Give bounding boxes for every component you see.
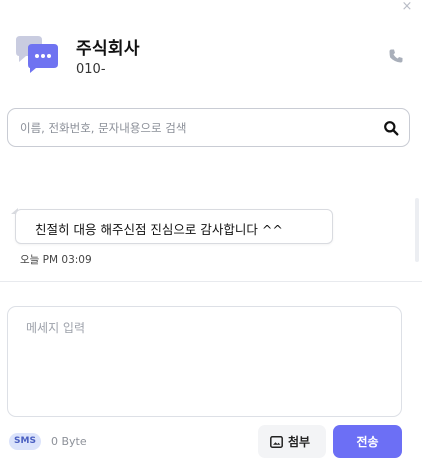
search-box [7, 108, 410, 147]
message-input[interactable] [26, 319, 386, 407]
phone-icon[interactable] [388, 48, 404, 64]
message-list[interactable]: 친절히 대응 해주신점 진심으로 감사합니다 ^^ 오늘 PM 03:09 [0, 190, 422, 280]
search-icon[interactable] [383, 120, 399, 136]
conversation-header: 주식회사 010- [14, 28, 408, 84]
close-button[interactable]: × [400, 0, 414, 14]
send-button[interactable]: 전송 [333, 425, 402, 458]
message-type-badge: SMS [9, 433, 41, 450]
message-scrollbar[interactable] [415, 198, 419, 262]
divider [0, 281, 422, 282]
message-text: 친절히 대응 해주신점 진심으로 감사합니다 ^^ [35, 222, 283, 237]
compose-footer: SMS 0 Byte 첨부 전송 [0, 425, 422, 459]
chat-bubbles-icon [16, 36, 58, 73]
message-bubble: 친절히 대응 해주신점 진심으로 감사합니다 ^^ [15, 209, 333, 244]
compose-box [7, 306, 402, 417]
attach-label: 첨부 [288, 435, 311, 449]
contact-name: 주식회사 [76, 39, 140, 59]
message-timestamp: 오늘 PM 03:09 [20, 254, 92, 266]
search-input[interactable] [20, 109, 370, 146]
attach-button[interactable]: 첨부 [258, 425, 326, 458]
image-icon [270, 436, 283, 448]
close-icon[interactable]: × [402, 0, 413, 14]
contact-phone: 010- [76, 62, 106, 77]
byte-counter: 0 Byte [51, 435, 87, 448]
